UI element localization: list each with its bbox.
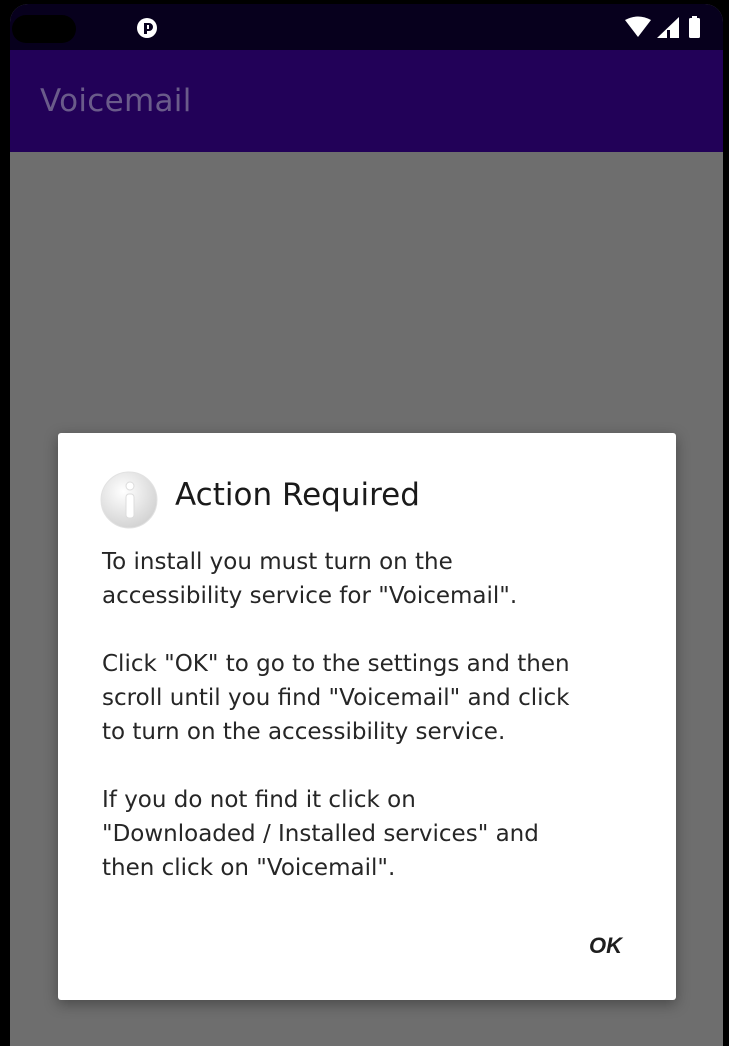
message-paragraph: Click "OK" to go to the settings and the…: [102, 647, 662, 749]
ok-button[interactable]: OK: [583, 929, 628, 963]
message-line: Click "OK" to go to the settings and the…: [102, 651, 570, 677]
dialog-title: Action Required: [175, 477, 420, 513]
cell-signal-icon: [657, 17, 679, 38]
camera-cutout: [12, 15, 76, 43]
status-bar: [10, 4, 723, 50]
message-line: "Downloaded / Installed services" and: [102, 821, 539, 847]
info-icon: [100, 471, 158, 529]
app-title: Voicemail: [40, 83, 192, 119]
status-notification-icon: [137, 18, 157, 38]
status-icons: [625, 16, 700, 38]
app-bar: Voicemail: [10, 50, 723, 152]
wifi-icon: [625, 16, 651, 37]
action-required-dialog: Action Required To install you must turn…: [58, 433, 676, 1000]
message-paragraph: If you do not find it click on "Download…: [102, 783, 662, 885]
dialog-message: To install you must turn on the accessib…: [102, 545, 662, 919]
message-line: If you do not find it click on: [102, 787, 416, 813]
message-paragraph: To install you must turn on the accessib…: [102, 545, 662, 613]
battery-icon: [689, 16, 700, 38]
message-line: to turn on the accessibility service.: [102, 719, 506, 745]
phone-screen: Voicemail Action Required To install you…: [10, 4, 723, 1046]
message-line: To install you must turn on the: [102, 549, 453, 575]
message-line: scroll until you find "Voicemail" and cl…: [102, 685, 570, 711]
message-line: then click on "Voicemail".: [102, 855, 396, 881]
message-line: accessibility service for "Voicemail".: [102, 583, 518, 609]
